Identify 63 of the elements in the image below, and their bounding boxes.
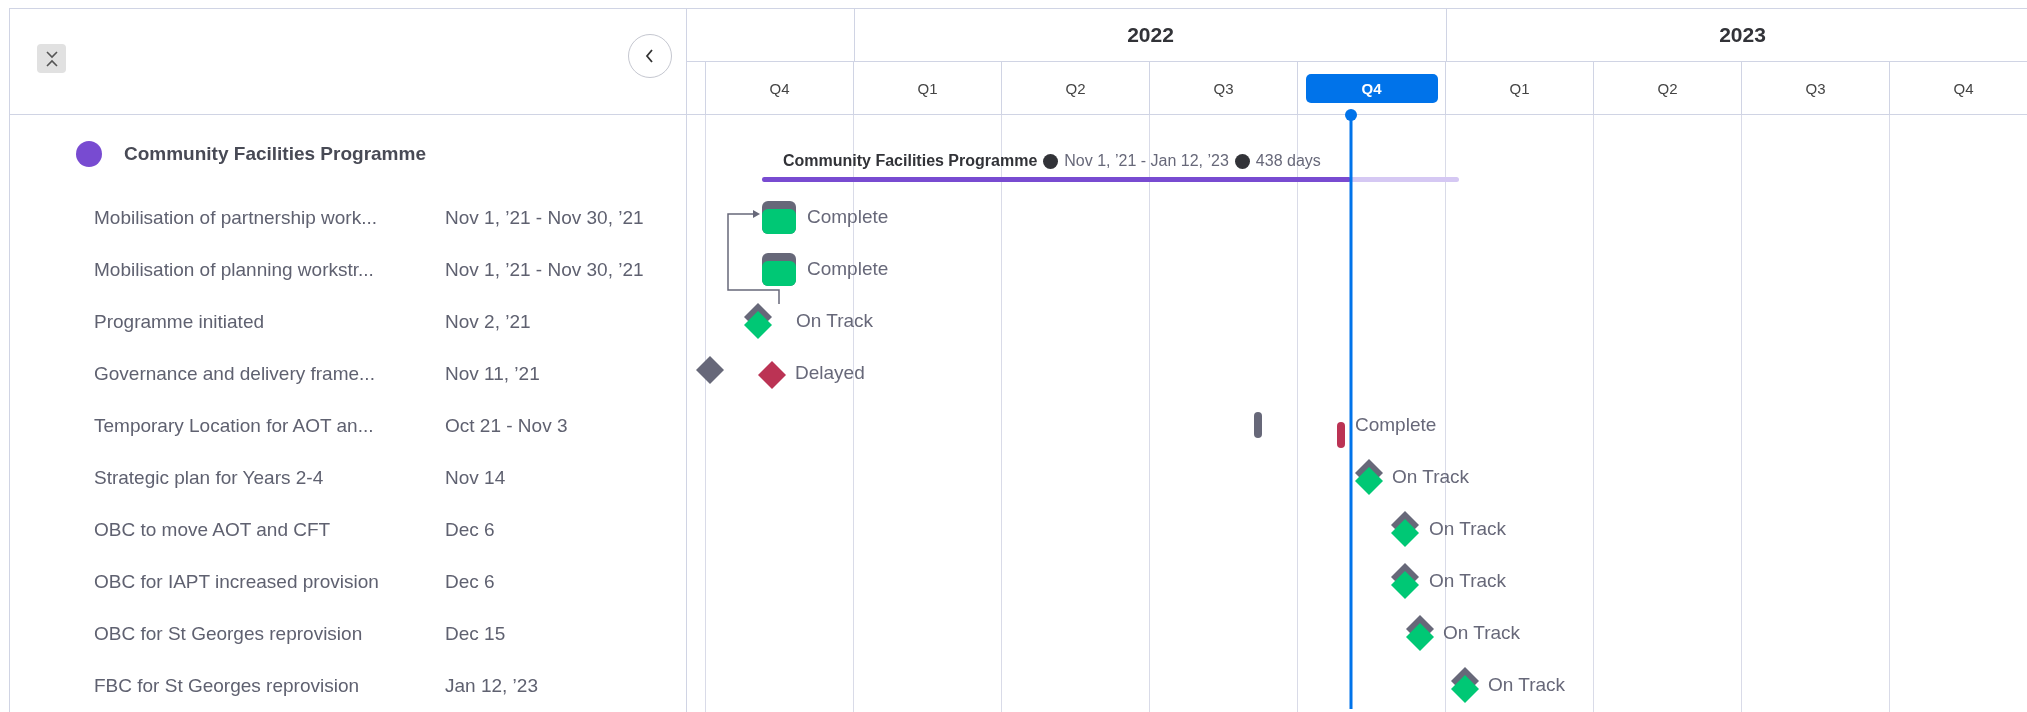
status-label: On Track [1429,518,1507,540]
status-label: Complete [807,206,889,228]
quarter-label[interactable]: Q2 [1601,73,1734,103]
quarter-label[interactable]: Q3 [1157,73,1290,103]
milestone-diamond-icon[interactable] [1405,614,1435,652]
group-duration: 438 days [1255,152,1321,170]
group-progress-bar[interactable] [762,177,1459,182]
milestone-diamond-icon[interactable] [757,360,787,390]
status-label: On Track [796,310,874,332]
group-bar-title: Community Facilities Programme [783,152,1038,170]
item-name[interactable]: Temporary Location for AOT an... [94,415,445,437]
status-label: On Track [1392,466,1470,488]
item-dates: Nov 1, ’21 - Nov 30, ’21 [445,207,644,229]
status-label: On Track [1488,674,1566,696]
item-dates: Nov 1, ’21 - Nov 30, ’21 [445,259,644,281]
year-label: 2022 [1127,23,1174,47]
item-name[interactable]: OBC to move AOT and CFT [94,519,445,541]
group-name[interactable]: Community Facilities Programme [124,142,426,165]
status-label: On Track [1443,622,1521,644]
baseline-diamond-icon [695,355,725,385]
item-dates: Dec 15 [445,623,506,645]
task-marker[interactable] [1337,422,1345,448]
year-label: 2023 [1719,23,1766,47]
item-name[interactable]: OBC for St Georges reprovision [94,623,445,645]
task-bar[interactable] [762,201,796,234]
collapse-icon [44,49,59,68]
milestone-diamond-icon[interactable] [1390,562,1420,600]
item-dates: Jan 12, ’23 [445,675,538,697]
item-dates: Dec 6 [445,519,495,541]
milestone-diamond-icon[interactable] [1390,510,1420,548]
collapse-all-button[interactable] [37,44,66,73]
item-name[interactable]: Programme initiated [94,311,445,333]
item-dates: Nov 11, ’21 [445,363,540,385]
status-label: On Track [1429,570,1507,592]
quarter-label[interactable]: Q3 [1749,73,1882,103]
item-dates: Nov 2, ’21 [445,311,531,333]
status-label: Complete [807,258,889,280]
quarter-label[interactable]: Q4 [713,73,846,103]
item-dates: Oct 21 - Nov 3 [445,415,568,437]
item-name[interactable]: Mobilisation of partnership work... [94,207,445,229]
baseline-marker [1254,412,1262,438]
item-name[interactable]: FBC for St Georges reprovision [94,675,445,697]
milestone-diamond-icon[interactable] [1354,458,1384,496]
milestone-diamond-icon[interactable] [1450,666,1480,704]
milestone-diamond-icon[interactable] [743,302,773,340]
item-name[interactable]: Strategic plan for Years 2-4 [94,467,445,489]
item-dates: Dec 6 [445,571,495,593]
item-name[interactable]: Governance and delivery frame... [94,363,445,385]
quarter-label[interactable]: Q4 [1305,73,1438,103]
separator-dot-icon [1234,153,1250,169]
quarter-label[interactable]: Q4 [1897,73,2027,103]
status-label: Delayed [795,362,865,384]
chevron-left-icon [644,47,656,64]
separator-dot-icon [1043,153,1059,169]
item-name[interactable]: Mobilisation of planning workstr... [94,259,445,281]
item-name[interactable]: OBC for IAPT increased provision [94,571,445,593]
status-label: Complete [1355,414,1437,436]
item-dates: Nov 14 [445,467,506,489]
quarter-label[interactable]: Q1 [1453,73,1586,103]
task-bar[interactable] [762,253,796,286]
quarter-label[interactable]: Q2 [1009,73,1142,103]
group-date-range: Nov 1, ’21 - Jan 12, ’23 [1064,152,1229,170]
quarter-label[interactable]: Q1 [861,73,994,103]
